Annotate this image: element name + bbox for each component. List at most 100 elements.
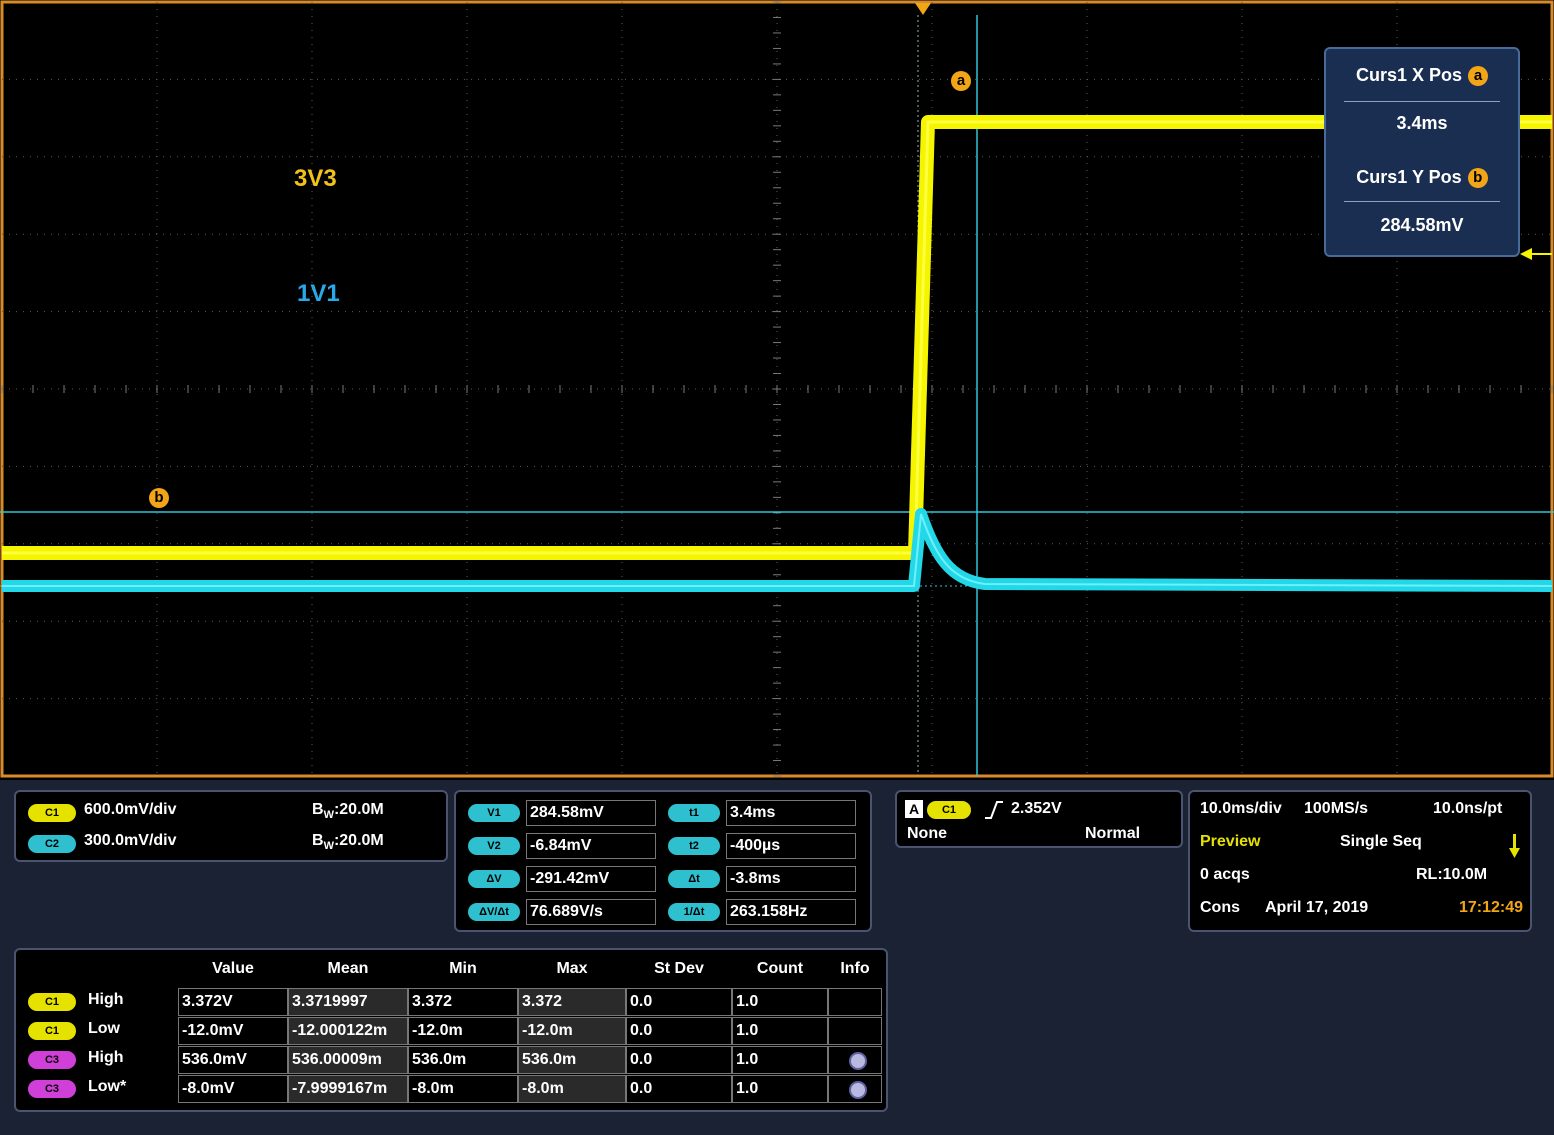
measurement-info-cell: [828, 1046, 882, 1074]
timebase: 10.0ms/div: [1200, 800, 1282, 817]
measurement-name: High: [88, 991, 124, 1008]
acq-date: April 17, 2019: [1265, 899, 1369, 916]
measurement-info-cell: [828, 988, 882, 1016]
cursor-right-pill[interactable]: 1/Δt: [668, 903, 720, 921]
cursor-a-marker[interactable]: a: [951, 71, 971, 91]
cursor-left-pill[interactable]: ΔV: [468, 870, 520, 888]
waveform-display[interactable]: 3V3 1V1 a b Curs1 X Pos a 3.4ms Curs1 Y P…: [0, 0, 1554, 780]
trigger-position-marker[interactable]: [915, 3, 931, 15]
measurement-mean: -7.9999167m: [288, 1075, 408, 1103]
trigger-status-icon: [1509, 834, 1520, 858]
trigger-source-label: None: [907, 825, 947, 842]
ch1-3v3-trace: [2, 115, 1552, 560]
cursor-right-pill[interactable]: Δt: [668, 870, 720, 888]
cons-label: Cons: [1200, 899, 1240, 916]
ch1-pill[interactable]: C1: [28, 804, 76, 822]
measurement-source-pill[interactable]: C3: [28, 1051, 76, 1069]
measurement-min: -12.0m: [408, 1017, 518, 1045]
cursor-right-value: 3.4ms: [726, 800, 856, 826]
measurement-header: Min: [449, 960, 477, 977]
measurement-name: Low*: [88, 1078, 127, 1095]
measurement-max: -8.0m: [518, 1075, 626, 1103]
ch2-label: 1V1: [297, 280, 340, 307]
ch1-label: 3V3: [294, 165, 337, 192]
ch1-bandwidth: BW:20.0M: [312, 801, 384, 822]
rising-edge-icon: [985, 801, 1003, 819]
cursor-right-value: 263.158Hz: [726, 899, 856, 925]
info-icon[interactable]: [849, 1081, 867, 1099]
measurement-min: -8.0m: [408, 1075, 518, 1103]
measurement-value: 536.0mV: [178, 1046, 288, 1074]
cursor-b-badge: b: [1467, 168, 1488, 189]
cursor-readout-panel[interactable]: Curs1 X Pos a 3.4ms Curs1 Y Pos b 284.58mV: [1324, 47, 1520, 257]
acquisition-panel[interactable]: 10.0ms/div 100MS/s 10.0ns/pt Preview Sin…: [1188, 790, 1532, 932]
trigger-mode: Normal: [1085, 825, 1141, 842]
ch2-pill[interactable]: C2: [28, 835, 76, 853]
ch1-scale: 600.0mV/div: [84, 801, 177, 818]
acq-mode: Single Seq: [1340, 833, 1422, 850]
cursor-y-value: 284.58mV: [1380, 215, 1464, 235]
trigger-level-marker[interactable]: [1520, 248, 1532, 260]
cursor-left-value: -6.84mV: [526, 833, 656, 859]
measurement-header: Info: [840, 960, 870, 977]
measurement-name: Low: [88, 1020, 120, 1037]
ch1-3v3-trace-core: [2, 120, 1552, 555]
measurement-header: Max: [556, 960, 588, 977]
measurement-name: High: [88, 1049, 124, 1066]
waveform-graticule: [0, 0, 1554, 778]
cursor-measurement-panel[interactable]: V1 284.58mV V2 -6.84mV ΔV -291.42mV ΔV/Δt 76.68…: [454, 790, 872, 932]
measurement-min: 3.372: [408, 988, 518, 1016]
cursor-right-pill[interactable]: t1: [668, 804, 720, 822]
record-length: RL:10.0M: [1416, 866, 1488, 883]
cursor-x-value: 3.4ms: [1396, 113, 1448, 133]
trigger-level: 2.352V: [1011, 800, 1062, 817]
resolution: 10.0ns/pt: [1433, 800, 1503, 817]
sample-rate: 100MS/s: [1304, 800, 1369, 817]
measurement-value: -12.0mV: [178, 1017, 288, 1045]
cursor-y-label: Curs1 Y Pos: [1356, 167, 1462, 187]
measurement-header: Value: [212, 960, 254, 977]
measurement-header: Mean: [327, 960, 369, 977]
acq-state: Preview: [1200, 833, 1261, 850]
cursor-a-badge: a: [1468, 66, 1489, 87]
measurement-source-pill[interactable]: C1: [28, 1022, 76, 1040]
measurement-info-cell: [828, 1075, 882, 1103]
cursor-right-value: -3.8ms: [726, 866, 856, 892]
channel-settings-panel[interactable]: C1 600.0mV/div BW:20.0M C2 300.0mV/div B…: [14, 790, 448, 862]
measurement-mean: 536.00009m: [288, 1046, 408, 1074]
trigger-a-box: A: [905, 800, 923, 818]
cursor-left-pill[interactable]: V1: [468, 804, 520, 822]
measurement-value: -8.0mV: [178, 1075, 288, 1103]
cursor-left-value: -291.42mV: [526, 866, 656, 892]
measurement-value: 3.372V: [178, 988, 288, 1016]
ch2-scale: 300.0mV/div: [84, 832, 177, 849]
trigger-source-pill[interactable]: C1: [927, 801, 971, 819]
ch2-bandwidth: BW:20.0M: [312, 832, 384, 853]
measurement-header: St Dev: [654, 960, 704, 977]
measurement-stdev: 0.0: [626, 988, 732, 1016]
measurement-max: 536.0m: [518, 1046, 626, 1074]
measurement-table[interactable]: Value Mean Min Max St Dev Count Info C1 High 3.3…: [14, 948, 888, 1112]
cursor-left-pill[interactable]: V2: [468, 837, 520, 855]
measurement-count: 1.0: [732, 988, 828, 1016]
measurement-min: 536.0m: [408, 1046, 518, 1074]
measurement-count: 1.0: [732, 1017, 828, 1045]
info-icon[interactable]: [849, 1052, 867, 1070]
cursor-left-pill[interactable]: ΔV/Δt: [468, 903, 520, 921]
acq-count: 0 acqs: [1200, 866, 1250, 883]
cursor-right-pill[interactable]: t2: [668, 837, 720, 855]
cursor-left-value: 284.58mV: [526, 800, 656, 826]
acq-time: 17:12:49: [1459, 899, 1524, 916]
measurement-max: -12.0m: [518, 1017, 626, 1045]
measurement-source-pill[interactable]: C1: [28, 993, 76, 1011]
measurement-source-pill[interactable]: C3: [28, 1080, 76, 1098]
measurement-stdev: 0.0: [626, 1046, 732, 1074]
measurement-count: 1.0: [732, 1075, 828, 1103]
cursor-b-marker[interactable]: b: [149, 488, 169, 508]
trigger-panel[interactable]: A C1 2.352V None Normal: [895, 790, 1183, 848]
measurement-count: 1.0: [732, 1046, 828, 1074]
measurement-mean: 3.3719997: [288, 988, 408, 1016]
measurement-mean: -12.000122m: [288, 1017, 408, 1045]
cursor-x-label: Curs1 X Pos: [1355, 65, 1463, 85]
cursor-readout-divider: [1344, 201, 1500, 202]
